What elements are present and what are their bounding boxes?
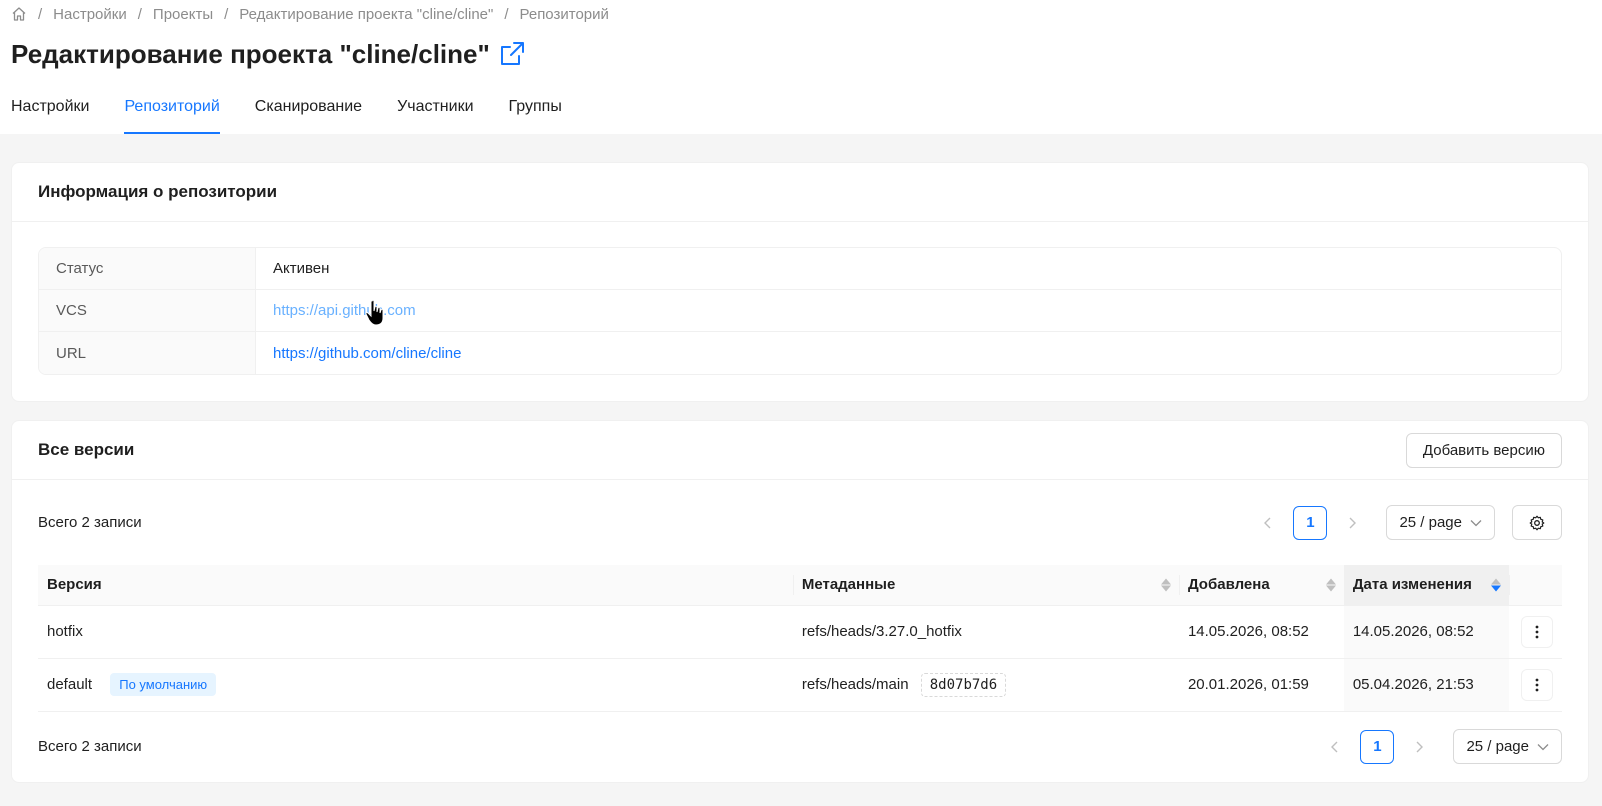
url-link[interactable]: https://github.com/cline/cline [273, 345, 461, 362]
breadcrumb-separator: / [38, 5, 43, 23]
version-cell: hotfix [38, 605, 793, 659]
breadcrumb-separator: / [137, 5, 142, 23]
table-row: hotfix refs/heads/3.27.0_hotfix 14.05.20… [38, 605, 1562, 659]
metadata-ref: refs/heads/main [801, 675, 909, 693]
external-link-icon[interactable] [498, 40, 526, 68]
column-added[interactable]: Добавлена [1178, 565, 1344, 606]
sort-icon [1160, 578, 1171, 592]
modified-cell: 05.04.2026, 21:53 [1343, 658, 1509, 712]
breadcrumb-settings[interactable]: Настройки [53, 6, 127, 23]
add-version-button[interactable]: Добавить версию [1405, 432, 1562, 468]
page-number[interactable]: 1 [1293, 505, 1328, 540]
page-size-select[interactable]: 25 / page [1453, 729, 1562, 764]
next-page-icon[interactable] [1335, 506, 1369, 540]
breadcrumb: / Настройки / Проекты / Редактирование п… [11, 0, 1591, 28]
pagination: 1 25 / page [1251, 505, 1562, 540]
vcs-label: VCS [39, 290, 256, 331]
pagination-footer: 1 25 / page [1318, 729, 1562, 764]
column-actions [1508, 565, 1562, 606]
page-size-select[interactable]: 25 / page [1386, 505, 1495, 540]
home-icon[interactable] [11, 6, 27, 22]
repo-info-title: Информация о репозитории [38, 182, 278, 201]
breadcrumb-projects[interactable]: Проекты [153, 6, 213, 23]
page-header: / Настройки / Проекты / Редактирование п… [0, 0, 1602, 134]
column-version: Версия [38, 565, 793, 606]
tab-settings[interactable]: Настройки [11, 80, 89, 134]
chevron-down-icon [1470, 519, 1482, 527]
default-tag: По умолчанию [110, 673, 217, 696]
page-title: Редактирование проекта "cline/cline" [11, 38, 490, 69]
versions-title: Все версии [38, 440, 135, 459]
row-menu-button[interactable] [1521, 615, 1553, 648]
column-added-label: Добавлена [1187, 576, 1270, 594]
next-page-icon[interactable] [1402, 730, 1436, 764]
metadata-cell: refs/heads/3.27.0_hotfix [792, 605, 1179, 659]
repo-info-card: Информация о репозитории Статус Активен … [11, 162, 1589, 402]
added-cell: 20.01.2026, 01:59 [1178, 658, 1344, 712]
url-label: URL [39, 332, 256, 374]
more-vertical-icon [1535, 678, 1539, 691]
commit-hash[interactable]: 8d07b7d6 [920, 672, 1007, 697]
versions-table: Версия Метаданные Добавлена Дата изменен… [38, 565, 1562, 712]
tab-members[interactable]: Участники [397, 80, 473, 134]
sort-icon [1325, 578, 1336, 592]
breadcrumb-separator: / [504, 5, 509, 23]
page-number[interactable]: 1 [1360, 729, 1395, 764]
tab-groups[interactable]: Группы [509, 80, 562, 134]
added-cell: 14.05.2026, 08:52 [1178, 605, 1344, 659]
table-row: default По умолчанию refs/heads/main 8d0… [38, 658, 1562, 712]
version-name: default [47, 676, 93, 693]
prev-page-icon[interactable] [1318, 730, 1352, 764]
column-modified-label: Дата изменения [1352, 576, 1472, 594]
tab-scanning[interactable]: Сканирование [255, 80, 362, 134]
breadcrumb-repository: Репозиторий [519, 5, 609, 23]
status-value: Активен [273, 260, 330, 277]
sort-desc-icon [1490, 578, 1501, 592]
chevron-down-icon [1537, 743, 1549, 751]
total-records: Всего 2 записи [38, 514, 142, 531]
repo-info-table: Статус Активен VCS https://api.github.co… [38, 247, 1562, 375]
row-menu-button[interactable] [1521, 668, 1553, 701]
tab-repository[interactable]: Репозиторий [124, 80, 221, 134]
modified-cell: 14.05.2026, 08:52 [1343, 605, 1509, 659]
column-metadata[interactable]: Метаданные [792, 565, 1179, 606]
vcs-link[interactable]: https://api.github.com [273, 302, 416, 319]
more-vertical-icon [1535, 625, 1539, 638]
status-label: Статус [39, 248, 256, 289]
prev-page-icon[interactable] [1251, 506, 1285, 540]
breadcrumb-edit-project[interactable]: Редактирование проекта "cline/cline" [239, 6, 493, 23]
total-records-footer: Всего 2 записи [38, 738, 142, 755]
page-size-value: 25 / page [1399, 514, 1462, 531]
gear-icon [1529, 515, 1545, 530]
metadata-cell: refs/heads/main 8d07b7d6 [792, 658, 1179, 712]
settings-gear-button[interactable] [1512, 505, 1562, 540]
tabs: Настройки Репозиторий Сканирование Участ… [11, 80, 597, 134]
column-modified[interactable]: Дата изменения [1343, 565, 1509, 606]
column-metadata-label: Метаданные [801, 576, 896, 594]
versions-card: Все версии Добавить версию Всего 2 запис… [11, 420, 1589, 783]
hand-cursor-icon [365, 299, 384, 326]
breadcrumb-separator: / [224, 5, 229, 23]
page-size-value: 25 / page [1466, 738, 1529, 755]
version-cell: default По умолчанию [38, 658, 793, 712]
